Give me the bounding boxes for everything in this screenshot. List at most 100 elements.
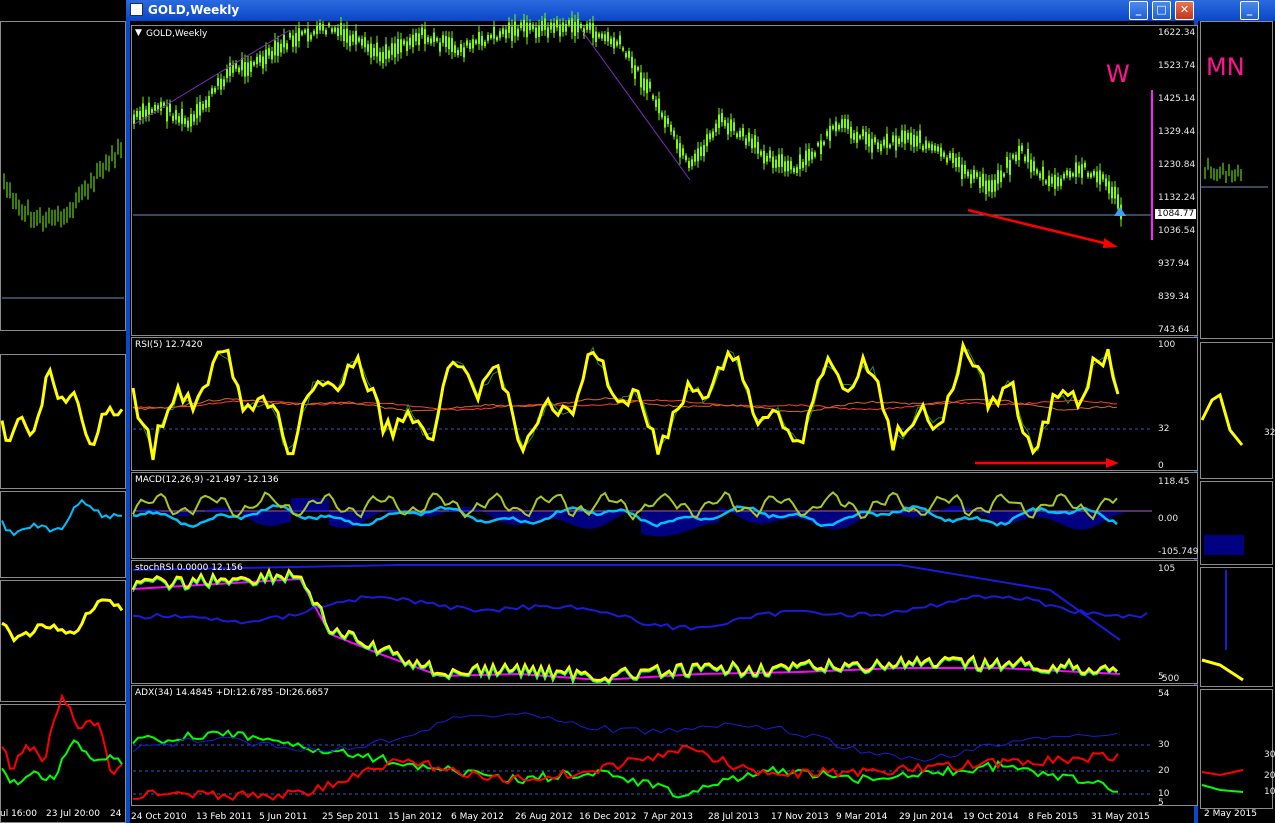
adx-label: ADX(34) 14.4845 +DI:12.6785 -DI:26.6657 xyxy=(135,688,329,698)
candle-body xyxy=(178,116,180,123)
candle-body xyxy=(1066,170,1068,176)
candle-body xyxy=(700,146,702,156)
candle-body xyxy=(691,159,693,167)
candle-body xyxy=(724,120,726,126)
candle-body xyxy=(841,119,843,128)
price-tick: 937.94 xyxy=(1158,259,1190,269)
stoch-label: stochRSI 0.0000 12.156 xyxy=(135,563,243,573)
candle-body xyxy=(445,36,447,48)
rsi-arrowhead xyxy=(1106,458,1119,468)
candle-body xyxy=(181,108,183,124)
macd-tick: 0.00 xyxy=(1158,514,1179,524)
buy-signal-icon xyxy=(1114,207,1126,216)
chart-menu-triangle-icon[interactable]: ▼ xyxy=(135,28,142,38)
candle-body xyxy=(250,61,252,72)
candle-body xyxy=(664,116,666,128)
candle-body xyxy=(739,130,741,138)
candle-body xyxy=(592,23,594,39)
candle-body xyxy=(553,23,555,33)
candle-body xyxy=(514,21,516,36)
candle-body xyxy=(538,25,540,37)
candle-body xyxy=(193,114,195,122)
candle-body xyxy=(838,124,840,130)
candle-body xyxy=(358,37,360,42)
candle-body xyxy=(796,167,798,174)
left-macd-line xyxy=(1,498,123,537)
candle-body xyxy=(823,141,825,145)
trend-arrowhead xyxy=(1103,238,1118,248)
candle-body xyxy=(400,39,402,53)
candle-body xyxy=(511,26,513,41)
candle-body xyxy=(652,95,654,100)
candle-body xyxy=(367,44,369,52)
candle-body xyxy=(334,27,336,32)
candle-body xyxy=(778,154,780,168)
adx-tick: 30 xyxy=(1158,740,1170,750)
candle-body xyxy=(835,121,837,132)
candle-body xyxy=(271,51,273,60)
candle-body xyxy=(880,144,882,152)
candle-body xyxy=(214,88,216,93)
candle-body xyxy=(964,165,966,175)
candle-body xyxy=(811,151,813,160)
candle-body xyxy=(607,32,609,42)
stoch-slow-line xyxy=(132,594,1148,631)
candle-body xyxy=(952,153,954,164)
candle-body xyxy=(721,113,723,123)
candle-body xyxy=(409,37,411,46)
candle-body xyxy=(883,139,885,146)
candle-body xyxy=(745,138,747,146)
candle-body xyxy=(1051,176,1053,184)
candle-body xyxy=(922,145,924,151)
candle-body xyxy=(781,154,783,167)
candle-body xyxy=(532,24,534,30)
candle-body xyxy=(1072,173,1074,177)
left-stoch-line xyxy=(1,598,124,644)
candle-body xyxy=(682,148,684,156)
date-tick: 7 Apr 2013 xyxy=(643,812,693,822)
price-tick: 1523.74 xyxy=(1158,61,1196,71)
candle-body xyxy=(886,133,888,148)
candle-body xyxy=(454,45,456,53)
candle-body xyxy=(985,180,987,195)
candle-body xyxy=(859,135,861,139)
candle-body xyxy=(595,31,597,42)
candle-body xyxy=(979,176,981,188)
candle-body xyxy=(1087,172,1089,177)
candle-body xyxy=(1006,157,1008,168)
candle-body xyxy=(718,114,720,128)
candle-body xyxy=(889,144,891,148)
candle-body xyxy=(496,37,498,41)
candle-body xyxy=(676,139,678,149)
candle-body xyxy=(310,34,312,40)
macd-tick: 118.45 xyxy=(1158,477,1190,487)
date-tick: 5 Jun 2011 xyxy=(259,812,308,822)
candle-body xyxy=(280,43,282,53)
candle-body xyxy=(988,180,990,192)
candle-body xyxy=(211,88,213,94)
date-tick: 29 Jun 2014 xyxy=(899,812,954,822)
candle-body xyxy=(634,65,636,79)
candle-body xyxy=(370,43,372,58)
candle-body xyxy=(325,29,327,35)
candle-body xyxy=(1093,171,1095,176)
candle-body xyxy=(829,125,831,141)
candle-body xyxy=(295,33,297,47)
candle-body xyxy=(439,42,441,52)
candle-body xyxy=(1063,173,1065,179)
candle-body xyxy=(850,126,852,139)
candle-body xyxy=(928,143,930,149)
candle-body xyxy=(190,114,192,127)
candle-body xyxy=(148,102,150,116)
candle-body xyxy=(466,40,468,46)
candle-body xyxy=(1018,145,1020,160)
candle-body xyxy=(133,114,135,125)
candle-body xyxy=(229,62,231,76)
candle-body xyxy=(898,138,900,145)
stoch-k-line xyxy=(131,567,1119,685)
candle-body xyxy=(304,29,306,33)
candle-body xyxy=(973,169,975,179)
candle-body xyxy=(1096,171,1098,183)
candle-body xyxy=(205,100,207,108)
candle-body xyxy=(991,180,993,193)
